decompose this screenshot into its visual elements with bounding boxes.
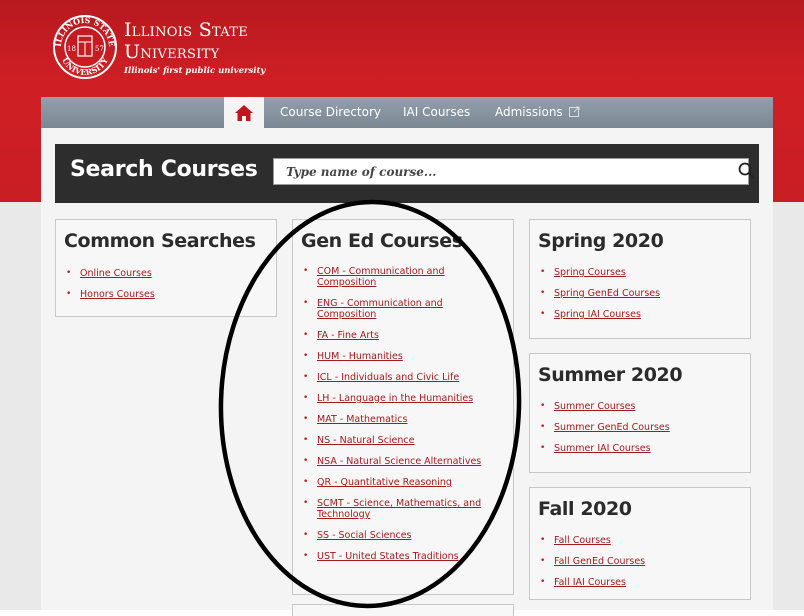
list-item: • NSA - Natural Science Alternatives (303, 456, 482, 467)
link-gened-eng[interactable]: ENG - Communication and Composition (317, 298, 443, 320)
card-title-gen-ed: Gen Ed Courses (301, 230, 463, 252)
card-common-searches: Common Searches • Online Courses • Honors … (55, 219, 277, 317)
list-item: • Summer Courses (540, 401, 636, 412)
link-gened-mat[interactable]: MAT - Mathematics (317, 414, 407, 425)
link-gened-nsa[interactable]: NSA - Natural Science Alternatives (317, 456, 481, 467)
link-spring-courses[interactable]: Spring Courses (554, 267, 626, 278)
link-online-courses[interactable]: Online Courses (80, 268, 152, 279)
gen-ed-list: • COM - Communication and Composition • EN… (303, 266, 493, 562)
link-summer-iai[interactable]: Summer IAI Courses (554, 443, 651, 454)
link-summer-gened[interactable]: Summer GenEd Courses (554, 422, 670, 433)
list-item: • SS - Social Sciences (303, 530, 412, 541)
list-item: • COM - Communication and Composition (303, 266, 445, 288)
fall-list: • Fall Courses • Fall GenEd Courses • Fall … (540, 535, 645, 588)
card-spring-2020: Spring 2020 • Spring Courses • Spring GenE… (529, 219, 751, 339)
list-item: • Spring IAI Courses (540, 309, 641, 320)
main-navbar: Course Directory IAI Courses Admissions (41, 97, 773, 128)
seal-year-right: 57 (95, 45, 104, 53)
search-title: Search Courses (70, 157, 258, 182)
link-gened-fa[interactable]: FA - Fine Arts (317, 330, 379, 341)
link-spring-gened[interactable]: Spring GenEd Courses (554, 288, 660, 299)
link-gened-ns[interactable]: NS - Natural Science (317, 435, 415, 446)
university-name-line1: Illinois State (124, 19, 249, 41)
link-honors-courses[interactable]: Honors Courses (80, 289, 155, 300)
spring-list: • Spring Courses • Spring GenEd Courses • S… (540, 267, 660, 320)
link-gened-com[interactable]: COM - Communication and Composition (317, 266, 445, 288)
link-fall-gened[interactable]: Fall GenEd Courses (554, 556, 645, 567)
link-gened-icl[interactable]: ICL - Individuals and Civic Life (317, 372, 459, 383)
list-item: • Fall IAI Courses (540, 577, 626, 588)
home-icon (235, 105, 253, 121)
list-item: • Fall Courses (540, 535, 611, 546)
link-fall-courses[interactable]: Fall Courses (554, 535, 611, 546)
link-gened-lh[interactable]: LH - Language in the Humanities (317, 393, 473, 404)
list-item: • UST - United States Traditions (303, 551, 459, 562)
link-gened-ust[interactable]: UST - United States Traditions (317, 551, 459, 562)
university-seal-icon: ILLINOIS STATE UNIVERSITY 18 57 (53, 15, 117, 79)
list-item: • Summer GenEd Courses (540, 422, 670, 433)
link-fall-iai[interactable]: Fall IAI Courses (554, 577, 626, 588)
list-item: • HUM - Humanities (303, 351, 403, 362)
card-title-spring: Spring 2020 (538, 230, 664, 252)
link-gened-qr[interactable]: QR - Quantitative Reasoning (317, 477, 452, 488)
nav-home[interactable] (224, 97, 264, 128)
link-summer-courses[interactable]: Summer Courses (554, 401, 635, 412)
list-item: • Summer IAI Courses (540, 443, 651, 454)
nav-course-directory[interactable]: Course Directory (280, 105, 381, 119)
link-gened-hum[interactable]: HUM - Humanities (317, 351, 403, 362)
search-bar: Search Courses (55, 144, 759, 203)
list-item: • Fall GenEd Courses (540, 556, 646, 567)
list-item: • SCMT - Science, Mathematics, and Techno… (303, 498, 482, 520)
list-item: • LH - Language in the Humanities (303, 393, 474, 404)
external-link-icon (569, 106, 580, 117)
university-tagline: Illinois' first public university (124, 66, 266, 76)
university-name-line2: University (124, 41, 220, 63)
list-item: • Online Courses (66, 268, 152, 279)
card-gen-ed-courses: Gen Ed Courses • COM - Communication and … (292, 219, 514, 595)
search-icon[interactable] (738, 162, 756, 180)
link-gened-ss[interactable]: SS - Social Sciences (317, 530, 412, 541)
card-title-common-searches: Common Searches (64, 230, 256, 252)
list-item: • QR - Quantitative Reasoning (303, 477, 452, 488)
search-input[interactable] (273, 158, 749, 185)
list-item: • Spring GenEd Courses (540, 288, 661, 299)
nav-iai-courses[interactable]: IAI Courses (403, 105, 470, 119)
nav-admissions[interactable]: Admissions (495, 105, 563, 119)
university-logo[interactable]: ILLINOIS STATE UNIVERSITY 18 57 Illinois… (52, 14, 282, 94)
list-item: • Honors Courses (66, 289, 155, 300)
list-item: • MAT - Mathematics (303, 414, 408, 425)
card-title-summer: Summer 2020 (538, 364, 683, 386)
card-fall-2020: Fall 2020 • Fall Courses • Fall GenEd Cour… (529, 487, 751, 600)
card-title-fall: Fall 2020 (538, 498, 632, 520)
list-item: • Spring Courses (540, 267, 626, 278)
link-gened-scmt[interactable]: SCMT - Science, Mathematics, and Technol… (317, 498, 481, 520)
link-spring-iai[interactable]: Spring IAI Courses (554, 309, 641, 320)
card-partial-bottom (292, 604, 514, 616)
summer-list: • Summer Courses • Summer GenEd Courses • S… (540, 401, 670, 454)
seal-year-left: 18 (67, 45, 76, 53)
list-item: • ICL - Individuals and Civic Life (303, 372, 460, 383)
card-summer-2020: Summer 2020 • Summer Courses • Summer GenE… (529, 353, 751, 473)
list-item: • NS - Natural Science (303, 435, 415, 446)
list-item: • FA - Fine Arts (303, 330, 379, 341)
list-item: • ENG - Communication and Composition (303, 298, 443, 320)
common-searches-list: • Online Courses • Honors Courses (66, 268, 155, 300)
